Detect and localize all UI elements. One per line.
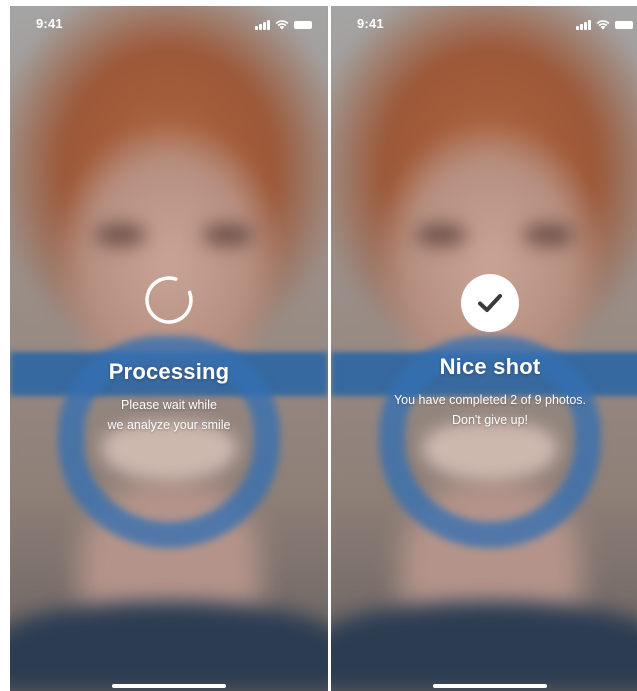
- photo-left-eye: [415, 224, 467, 246]
- status-time: 9:41: [36, 16, 63, 31]
- nice-shot-message: You have completed 2 of 9 photos. Don't …: [331, 390, 637, 430]
- app-screens: 9:41 Processing Please wait while we ana…: [0, 0, 637, 691]
- processing-screen: 9:41 Processing Please wait while we ana…: [10, 6, 328, 691]
- status-icons: [255, 18, 312, 30]
- photo-shirt: [10, 601, 328, 691]
- status-bar: 9:41: [10, 6, 328, 46]
- nice-shot-overlay: Nice shot You have completed 2 of 9 phot…: [331, 274, 637, 430]
- nice-shot-title: Nice shot: [439, 354, 541, 379]
- wifi-icon: [275, 20, 289, 30]
- processing-message-line-1: Please wait while: [121, 398, 217, 412]
- checkmark-icon: [461, 274, 519, 332]
- photo-right-eye: [202, 224, 254, 246]
- nice-shot-screen: 9:41 Nice shot You have completed 2 of 9…: [331, 6, 637, 691]
- home-indicator[interactable]: [433, 684, 547, 688]
- battery-icon: [615, 21, 633, 29]
- cellular-signal-icon: [255, 20, 270, 30]
- cellular-signal-icon: [576, 20, 591, 30]
- status-icons: [576, 18, 633, 30]
- status-bar: 9:41: [331, 6, 637, 46]
- photo-shirt: [331, 601, 637, 691]
- status-time: 9:41: [357, 16, 384, 31]
- nice-shot-message-line-1: You have completed 2 of 9 photos.: [393, 393, 587, 407]
- battery-icon: [294, 21, 312, 29]
- processing-message: Please wait while we analyze your smile: [10, 395, 328, 435]
- wifi-icon: [596, 20, 610, 30]
- processing-message-line-2: we analyze your smile: [107, 418, 231, 432]
- processing-title: Processing: [108, 359, 230, 384]
- spinner-icon: [145, 276, 193, 324]
- photo-left-eye: [94, 224, 146, 246]
- home-indicator[interactable]: [112, 684, 226, 688]
- nice-shot-message-line-2: Don't give up!: [451, 413, 529, 427]
- processing-overlay: Processing Please wait while we analyze …: [10, 274, 328, 435]
- photo-right-eye: [523, 224, 575, 246]
